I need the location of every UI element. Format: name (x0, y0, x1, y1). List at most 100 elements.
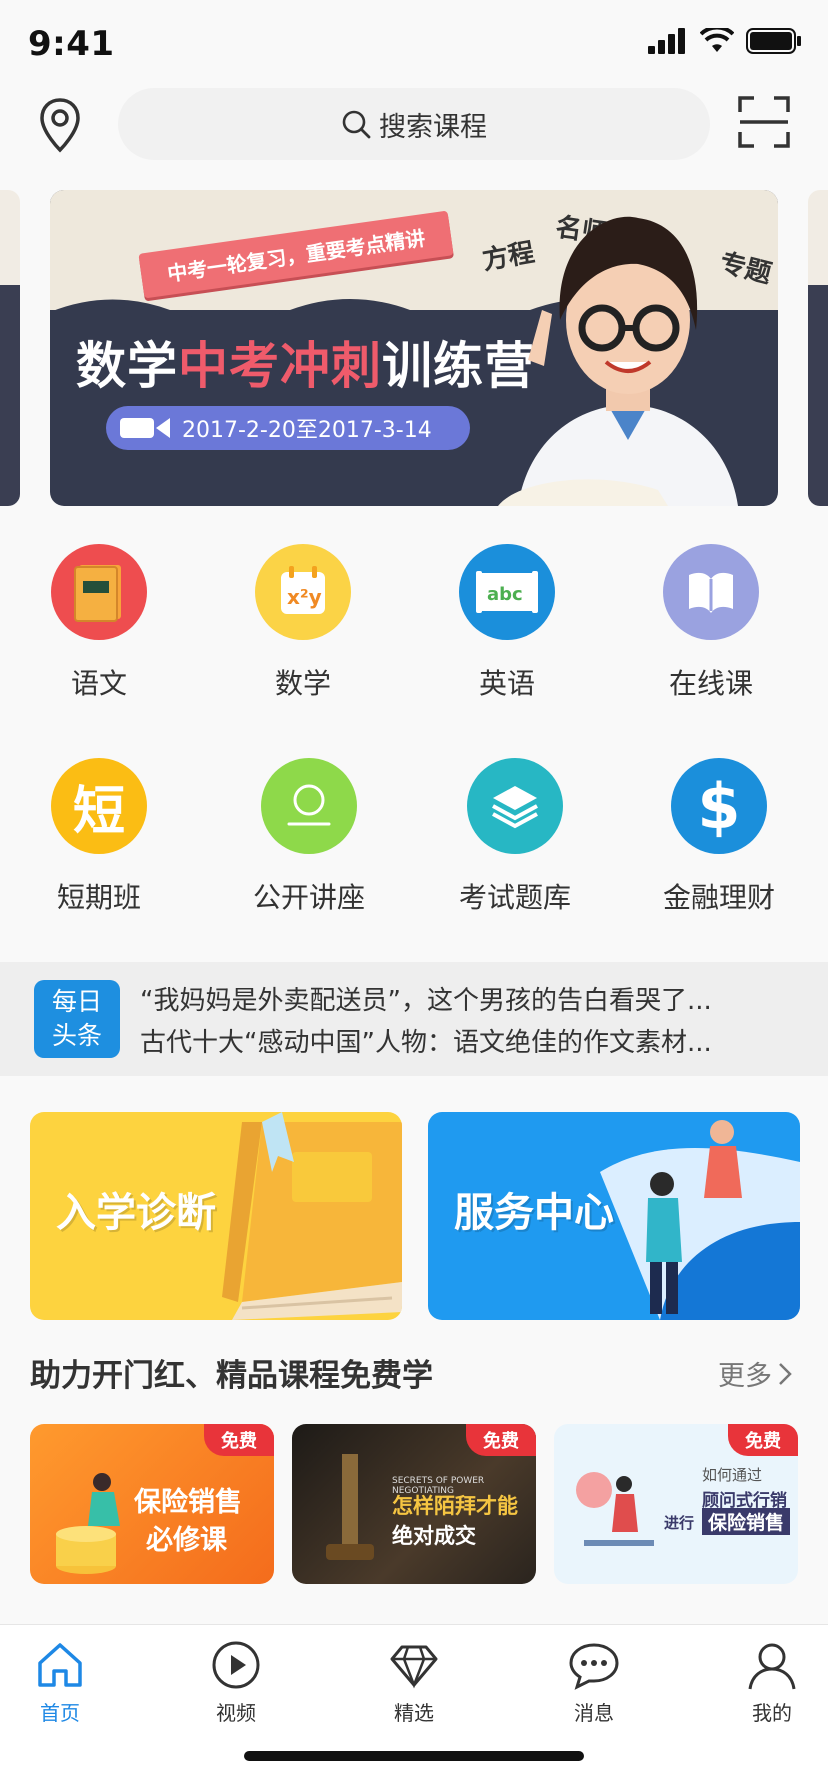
signal-icon (648, 28, 685, 54)
location-button[interactable] (36, 96, 84, 156)
badge-line: 头条 (51, 1021, 102, 1050)
scan-icon (738, 96, 790, 148)
headline-item[interactable]: “我妈妈是外卖配送员”，这个男孩的告白看哭了... (140, 980, 810, 1017)
diamond-icon (390, 1645, 438, 1689)
search-input[interactable]: 搜索课程 (118, 88, 710, 160)
daily-headlines-badge: 每日 头条 (34, 980, 120, 1058)
banner-date-pill: 2017-2-20至2017-3-14 (106, 406, 470, 450)
course-title-line: 怎样陌拜才能 (392, 1494, 518, 1518)
tab-profile[interactable]: 我的 (712, 1639, 828, 1726)
badge-line: 每日 (51, 987, 102, 1016)
short-term-glyph: 短 (72, 781, 125, 842)
free-badge: 免费 (204, 1424, 274, 1456)
search-placeholder: 搜索课程 (379, 111, 487, 143)
course-card[interactable]: 如何通过 顾问式行销 进行 保险销售 免费 (554, 1424, 798, 1584)
course-card[interactable]: SECRETS OF POWER NEGOTIATING 怎样陌拜才能 绝对成交… (292, 1424, 536, 1584)
short-term-icon: 短 (51, 758, 147, 854)
layers-glyph (492, 786, 538, 829)
play-icon (212, 1641, 260, 1689)
top-header: 搜索课程 (0, 88, 828, 188)
category-english[interactable]: abc 英语 (412, 544, 602, 702)
category-label: 语文 (70, 667, 127, 700)
location-pin-icon (40, 98, 80, 153)
tab-label: 精选 (394, 1701, 434, 1725)
section-title: 助力开门红、精品课程免费学 (30, 1358, 433, 1394)
category-label: 数学 (274, 667, 331, 700)
tab-label: 视频 (216, 1701, 256, 1725)
category-math[interactable]: x²y 数学 (208, 544, 398, 702)
lecture-person-icon (261, 758, 357, 854)
svg-text:abc: abc (487, 584, 523, 605)
status-time: 9:41 (28, 24, 115, 64)
category-label: 公开讲座 (252, 881, 365, 914)
more-label: 更多 (718, 1361, 772, 1392)
tab-label: 消息 (574, 1701, 614, 1725)
tab-featured[interactable]: 精选 (354, 1639, 474, 1726)
video-camera-icon (120, 418, 170, 438)
course-title-line: 必修课 (146, 1525, 227, 1556)
calendar-glyph: x²y (281, 566, 325, 614)
chinese-book-icon (51, 544, 147, 640)
scan-button[interactable] (738, 96, 790, 148)
board-glyph: abc (476, 571, 538, 613)
svg-text:x²y: x²y (287, 585, 322, 609)
category-label: 短期班 (56, 881, 141, 914)
open-book-icon (663, 544, 759, 640)
tab-home[interactable]: 首页 (0, 1639, 120, 1726)
dollar-icon: $ (671, 758, 767, 854)
course-title-line: 保险销售 (702, 1508, 791, 1535)
enrollment-diagnosis-card[interactable]: 入学诊断 (30, 1112, 402, 1320)
battery-icon (746, 28, 801, 54)
category-short-term[interactable]: 短 短期班 (4, 758, 194, 916)
course-title-line: 绝对成交 (392, 1524, 476, 1548)
chat-icon (569, 1643, 619, 1690)
banner-title: 数学中考冲刺训练营 (76, 326, 535, 398)
service-desk-illustration (600, 1120, 800, 1320)
daily-headlines[interactable]: 每日 头条 “我妈妈是外卖配送员”，这个男孩的告白看哭了... 古代十大“感动中… (0, 962, 828, 1076)
salesman-illustration (576, 1472, 654, 1546)
free-badge: 免费 (728, 1424, 798, 1456)
category-exam-bank[interactable]: 考试题库 (420, 758, 610, 916)
next-banner-peek[interactable] (808, 190, 828, 506)
abc-board-icon: abc (459, 544, 555, 640)
search-icon (342, 110, 371, 139)
feature-title: 入学诊断 (56, 1190, 216, 1236)
tab-messages[interactable]: 消息 (534, 1639, 654, 1726)
status-icons (648, 28, 802, 54)
service-center-card[interactable]: 服务中心 (428, 1112, 800, 1320)
user-icon (748, 1643, 796, 1690)
category-label: 在线课 (668, 667, 753, 700)
tab-video[interactable]: 视频 (176, 1639, 296, 1726)
banner-date: 2017-2-20至2017-3-14 (182, 418, 432, 443)
course-card[interactable]: 保险销售 必修课 免费 (30, 1424, 274, 1584)
category-label: 金融理财 (662, 881, 775, 914)
bottom-tab-bar: 首页 视频 精选 消息 我的 (0, 1624, 828, 1792)
coins-illustration (56, 1473, 120, 1574)
previous-banner-peek[interactable] (0, 190, 20, 506)
category-finance[interactable]: $ 金融理财 (624, 758, 814, 916)
category-chinese[interactable]: 语文 (4, 544, 194, 702)
tab-label: 首页 (40, 1701, 80, 1725)
status-bar: 9:41 (0, 0, 828, 88)
banner-title-highlight: 中考冲刺 (178, 337, 382, 395)
banner-carousel[interactable]: 中考一轮复习，重要考点精讲 方程 名师 专题 数学中考冲刺训练营 2017-2-… (0, 190, 828, 506)
headline-item[interactable]: 古代十大“感动中国”人物：语文绝佳的作文素材... (140, 1022, 810, 1059)
course-title-line: 保险销售 (134, 1487, 242, 1518)
home-icon (38, 1643, 82, 1687)
more-link[interactable]: 更多 (718, 1354, 792, 1393)
category-public-lecture[interactable]: 公开讲座 (214, 758, 404, 916)
category-label: 考试题库 (458, 881, 571, 914)
gavel-illustration (326, 1454, 374, 1560)
wifi-icon (700, 28, 734, 52)
free-badge: 免费 (466, 1424, 536, 1456)
category-label: 英语 (478, 667, 535, 700)
banner-title-part: 数学 (76, 337, 178, 395)
course-prefix: 进行 (664, 1514, 695, 1532)
student-girl-illustration (498, 216, 738, 506)
banner-slide[interactable]: 中考一轮复习，重要考点精讲 方程 名师 专题 数学中考冲刺训练营 2017-2-… (50, 190, 778, 506)
home-indicator (244, 1751, 584, 1761)
chevron-right-icon (779, 1362, 792, 1385)
category-online-course[interactable]: 在线课 (616, 544, 806, 702)
book-illustration (222, 1112, 402, 1320)
book-glyph (74, 565, 121, 622)
